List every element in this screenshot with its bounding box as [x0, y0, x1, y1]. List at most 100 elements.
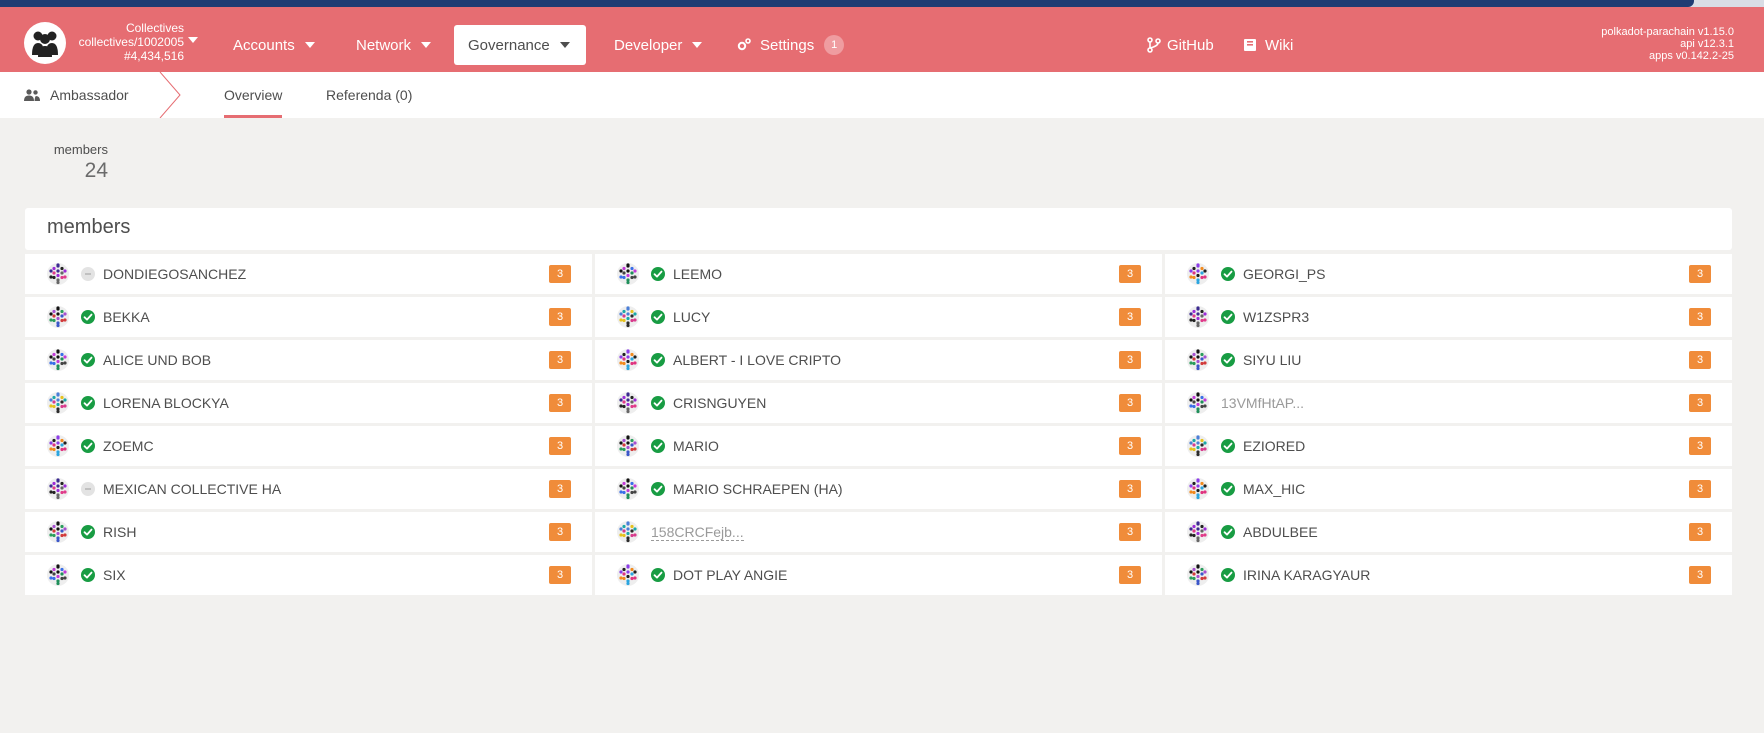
verified-check-icon — [651, 439, 665, 453]
identicon-icon[interactable] — [47, 263, 69, 285]
menu-accounts[interactable]: Accounts — [219, 25, 329, 65]
member-row[interactable]: BEKKA 3 — [25, 297, 592, 337]
verified-check-icon — [1221, 310, 1235, 324]
dash-icon — [85, 488, 91, 490]
chevron-down-icon — [692, 42, 703, 48]
member-row[interactable]: W1ZSPR3 3 — [1165, 297, 1732, 337]
member-row[interactable]: LUCY 3 — [595, 297, 1162, 337]
identicon-icon[interactable] — [617, 306, 639, 328]
menu-settings[interactable]: Settings 1 — [722, 25, 858, 65]
menu-network[interactable]: Network — [342, 25, 445, 65]
identicon-icon[interactable] — [617, 263, 639, 285]
identicon-icon[interactable] — [1187, 349, 1209, 371]
identicon-icon[interactable] — [1187, 263, 1209, 285]
identicon-icon[interactable] — [47, 435, 69, 457]
identicon-icon[interactable] — [47, 478, 69, 500]
identicon-icon[interactable] — [617, 435, 639, 457]
verified-check-icon — [81, 310, 95, 324]
member-row[interactable]: MAX_HIC 3 — [1165, 469, 1732, 509]
member-row[interactable]: SIX 3 — [25, 555, 592, 595]
version-apps: apps v0.142.2-25 — [1648, 50, 1734, 62]
member-name[interactable]: 13VMfHtAP... — [1221, 395, 1304, 411]
member-row[interactable]: DOT PLAY ANGIE 3 — [595, 555, 1162, 595]
member-row[interactable]: ABDULBEE 3 — [1165, 512, 1732, 552]
identicon-icon[interactable] — [47, 349, 69, 371]
rank-badge: 3 — [549, 351, 571, 369]
wiki-link[interactable]: Wiki — [1229, 25, 1307, 65]
members-grid: DONDIEGOSANCHEZ 3 LEEMO 3 GEORGI_PS 3 BEKKA 3 LU… — [25, 254, 1732, 595]
rank-badge: 3 — [1689, 394, 1711, 412]
member-row[interactable]: LEEMO 3 — [595, 254, 1162, 294]
members-panel-title: members — [47, 216, 131, 238]
member-row[interactable]: GEORGI_PS 3 — [1165, 254, 1732, 294]
collectives-logo[interactable] — [24, 22, 66, 64]
member-row[interactable]: 13VMfHtAP... 3 — [1165, 383, 1732, 423]
github-link[interactable]: GitHub — [1133, 25, 1228, 65]
tab-referenda[interactable]: Referenda (0) — [318, 72, 420, 118]
identicon-icon[interactable] — [617, 521, 639, 543]
verified-check-icon — [651, 353, 665, 367]
identicon-icon[interactable] — [1187, 392, 1209, 414]
tab-overview[interactable]: Overview — [216, 72, 290, 118]
identicon-icon[interactable] — [617, 349, 639, 371]
block-number: #4,434,516 — [123, 49, 184, 63]
checkmark-icon — [83, 571, 93, 579]
sub-navigation: Ambassador Overview Referenda (0) — [0, 72, 1764, 118]
member-row[interactable]: MARIO 3 — [595, 426, 1162, 466]
identicon-icon[interactable] — [1187, 521, 1209, 543]
member-row[interactable]: ALBERT - I LOVE CRIPTO 3 — [595, 340, 1162, 380]
identicon-icon[interactable] — [1187, 306, 1209, 328]
rank-badge: 3 — [549, 308, 571, 326]
identicon-icon[interactable] — [617, 392, 639, 414]
identicon-icon[interactable] — [47, 521, 69, 543]
rank-badge: 3 — [1119, 351, 1141, 369]
member-row[interactable]: DONDIEGOSANCHEZ 3 — [25, 254, 592, 294]
member-name: LEEMO — [673, 266, 723, 282]
menu-accounts-label: Accounts — [233, 36, 295, 54]
checkmark-icon — [1223, 442, 1233, 450]
chain-selector[interactable]: Collectives collectives/1002005 #4,434,5… — [70, 21, 184, 63]
wiki-label: Wiki — [1265, 36, 1294, 54]
identicon-icon[interactable] — [1187, 478, 1209, 500]
member-row[interactable]: LORENA BLOCKYA 3 — [25, 383, 592, 423]
identicon-icon[interactable] — [47, 306, 69, 328]
member-row[interactable]: MARIO SCHRAEPEN (HA) 3 — [595, 469, 1162, 509]
member-name: LORENA BLOCKYA — [103, 395, 229, 411]
member-name: MEXICAN COLLECTIVE HA — [103, 481, 282, 497]
members-summary-label: members — [53, 142, 108, 157]
chevron-down-icon — [559, 42, 570, 48]
rank-badge: 3 — [549, 437, 571, 455]
member-row[interactable]: 158CRCFejb... 3 — [595, 512, 1162, 552]
menu-governance[interactable]: Governance — [454, 25, 586, 65]
identicon-icon[interactable] — [47, 392, 69, 414]
verified-check-icon — [651, 310, 665, 324]
identicon-icon[interactable] — [617, 564, 639, 586]
identicon-icon[interactable] — [617, 478, 639, 500]
section-ambassador[interactable]: Ambassador — [24, 72, 129, 118]
identicon-icon[interactable] — [47, 564, 69, 586]
member-row[interactable]: ZOEMC 3 — [25, 426, 592, 466]
member-row[interactable]: MEXICAN COLLECTIVE HA 3 — [25, 469, 592, 509]
member-name: ABDULBEE — [1243, 524, 1318, 540]
members-summary: members 24 — [48, 142, 108, 183]
rank-badge: 3 — [1689, 480, 1711, 498]
identicon-icon[interactable] — [1187, 435, 1209, 457]
rank-badge: 3 — [1119, 523, 1141, 541]
member-name[interactable]: 158CRCFejb... — [651, 524, 744, 541]
member-name: BEKKA — [103, 309, 150, 325]
verified-check-icon — [1221, 353, 1235, 367]
member-row[interactable]: EZIORED 3 — [1165, 426, 1732, 466]
member-row[interactable]: CRISNGUYEN 3 — [595, 383, 1162, 423]
member-row[interactable]: SIYU LIU 3 — [1165, 340, 1732, 380]
member-row[interactable]: ALICE UND BOB 3 — [25, 340, 592, 380]
member-row[interactable]: RISH 3 — [25, 512, 592, 552]
rank-badge: 3 — [1119, 480, 1141, 498]
menu-developer[interactable]: Developer — [600, 25, 716, 65]
member-row[interactable]: IRINA KARAGYAUR 3 — [1165, 555, 1732, 595]
member-name: DOT PLAY ANGIE — [673, 567, 788, 583]
chain-dropdown-icon[interactable] — [188, 37, 198, 43]
checkmark-icon — [653, 356, 663, 364]
identicon-icon[interactable] — [1187, 564, 1209, 586]
checkmark-icon — [653, 399, 663, 407]
top-navbar: Collectives collectives/1002005 #4,434,5… — [0, 7, 1764, 72]
